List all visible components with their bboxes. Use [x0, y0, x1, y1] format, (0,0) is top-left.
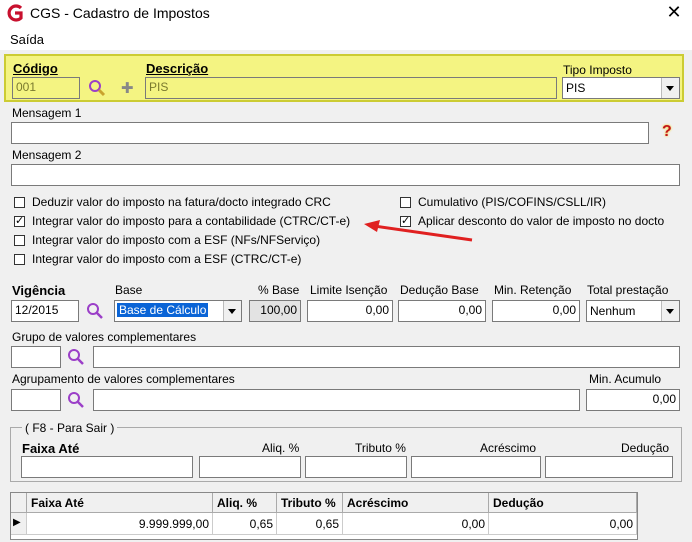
window-title: CGS - Cadastro de Impostos [30, 5, 210, 21]
checkbox-deduzir[interactable] [14, 197, 25, 208]
tributo-label: Tributo % [355, 441, 406, 455]
min-retencao-input[interactable]: 0,00 [492, 300, 580, 322]
checkbox-integrar-contabilidade[interactable]: ✓ [14, 216, 25, 227]
grid-header-faixa[interactable]: Faixa Até [27, 493, 213, 513]
pct-base-label: % Base [258, 283, 300, 297]
grid-cell-faixa[interactable]: 9.999.999,00 [27, 513, 213, 535]
base-select[interactable]: Base de Cálculo [114, 300, 242, 322]
aliq-input[interactable] [199, 456, 301, 478]
total-prestacao-label: Total prestação [587, 283, 669, 297]
acrescimo-input[interactable] [411, 456, 541, 478]
faixa-ate-input[interactable] [21, 456, 193, 478]
limite-isencao-input[interactable]: 0,00 [307, 300, 393, 322]
agrupamento-label: Agrupamento de valores complementares [12, 372, 235, 386]
limite-isencao-label: Limite Isenção [310, 283, 388, 297]
mensagem1-input[interactable] [11, 122, 649, 144]
search-icon[interactable] [67, 348, 85, 366]
checkbox-integrar-esf-nfs-label: Integrar valor do imposto com a ESF (NFs… [32, 233, 321, 247]
total-prestacao-value: Nenhum [590, 304, 636, 318]
min-acumulo-label: Min. Acumulo [589, 372, 662, 386]
grid-cell-tributo[interactable]: 0,65 [277, 513, 343, 535]
row-indicator-icon[interactable]: ▶ [11, 513, 27, 535]
app-logo-icon [7, 4, 23, 22]
pct-base-input[interactable]: 100,00 [249, 300, 301, 322]
checkbox-cumulativo[interactable] [400, 197, 411, 208]
search-icon[interactable] [88, 79, 106, 97]
acrescimo-label: Acréscimo [480, 441, 537, 455]
grupo-desc-input[interactable] [93, 346, 680, 368]
help-icon[interactable]: ? [662, 123, 672, 141]
grid-corner [11, 493, 27, 513]
mensagem1-label: Mensagem 1 [12, 106, 82, 120]
tipo-imposto-select[interactable]: PIS [562, 77, 680, 99]
chevron-down-icon[interactable] [661, 301, 679, 321]
deducao-label: Dedução [621, 441, 670, 455]
search-icon[interactable] [67, 391, 85, 409]
grid-cell-aliq[interactable]: 0,65 [213, 513, 277, 535]
menu-bar: Saída [0, 28, 692, 50]
agrupamento-code-input[interactable] [11, 389, 61, 411]
deducao-base-input[interactable]: 0,00 [398, 300, 486, 322]
deducao-base-label: Dedução Base [400, 283, 479, 297]
header-panel: Código 001 ✚ Descrição PIS Tipo Imposto … [4, 54, 684, 102]
grid-cell-acrescimo[interactable]: 0,00 [343, 513, 489, 535]
tributo-input[interactable] [305, 456, 407, 478]
base-label: Base [115, 283, 143, 297]
close-icon[interactable]: ✕ [664, 2, 684, 23]
codigo-label: Código [13, 61, 58, 76]
faixa-legend: ( F8 - Para Sair ) [22, 421, 118, 435]
add-icon[interactable]: ✚ [121, 79, 134, 97]
grupo-code-input[interactable] [11, 346, 61, 368]
grupo-label: Grupo de valores complementares [12, 330, 197, 344]
tipo-imposto-label: Tipo Imposto [563, 63, 632, 77]
base-value: Base de Cálculo [117, 303, 209, 317]
grid-cell-deducao[interactable]: 0,00 [489, 513, 637, 535]
grid-header-aliq[interactable]: Aliq. % [213, 493, 277, 513]
checkbox-integrar-esf-nfs[interactable] [14, 235, 25, 246]
arrow-annotation-icon [364, 220, 473, 242]
search-icon[interactable] [86, 302, 104, 320]
total-prestacao-select[interactable]: Nenhum [586, 300, 680, 322]
grid-header-acrescimo[interactable]: Acréscimo [343, 493, 489, 513]
checkbox-deduzir-label: Deduzir valor do imposto na fatura/docto… [32, 195, 331, 209]
deducao-input[interactable] [545, 456, 673, 478]
descricao-input[interactable]: PIS [145, 77, 557, 99]
chevron-down-icon[interactable] [661, 78, 679, 98]
descricao-label: Descrição [146, 61, 209, 76]
chevron-down-icon[interactable] [223, 301, 241, 321]
checkbox-integrar-esf-ctrc-label: Integrar valor do imposto com a ESF (CTR… [32, 252, 302, 266]
tipo-imposto-value: PIS [566, 81, 586, 95]
faixas-grid: Faixa Até Aliq. % Tributo % Acréscimo De… [10, 492, 638, 540]
checkbox-integrar-contabilidade-label: Integrar valor do imposto para a contabi… [32, 214, 351, 228]
checkbox-cumulativo-label: Cumulativo (PIS/COFINS/CSLL/IR) [418, 195, 607, 209]
faixa-ate-label: Faixa Até [22, 441, 80, 456]
vigencia-label: Vigência [12, 283, 66, 298]
title-bar: CGS - Cadastro de Impostos ✕ [0, 0, 692, 28]
min-retencao-label: Min. Retenção [494, 283, 572, 297]
codigo-input[interactable]: 001 [12, 77, 80, 99]
mensagem2-input[interactable] [11, 164, 680, 186]
grid-header-deducao[interactable]: Dedução [489, 493, 637, 513]
grid-header-tributo[interactable]: Tributo % [277, 493, 343, 513]
aliq-label: Aliq. % [262, 441, 300, 455]
checkbox-integrar-esf-ctrc[interactable] [14, 254, 25, 265]
vigencia-input[interactable]: 12/2015 [11, 300, 79, 322]
min-acumulo-input[interactable]: 0,00 [586, 389, 680, 411]
agrupamento-desc-input[interactable] [93, 389, 580, 411]
mensagem2-label: Mensagem 2 [12, 148, 82, 162]
menu-item-saida[interactable]: Saída [10, 32, 44, 47]
